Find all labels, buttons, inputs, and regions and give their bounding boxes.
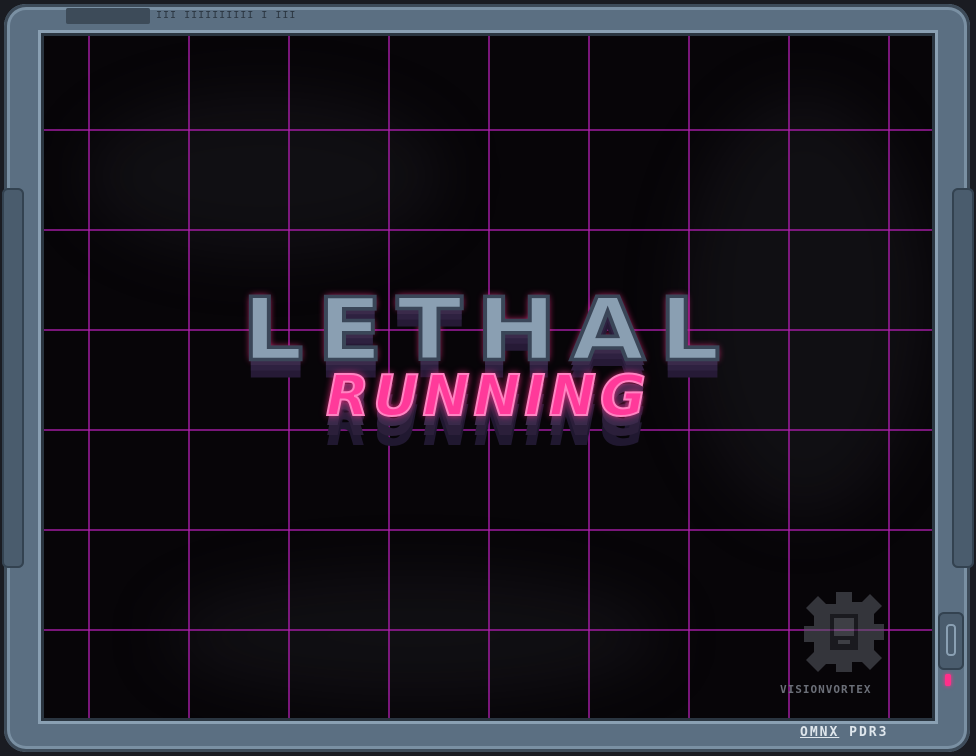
brand-left: OMNX	[800, 725, 840, 740]
left-rail	[2, 188, 24, 568]
side-switch-button[interactable]	[938, 612, 964, 670]
vision-vortex-gear-icon	[804, 592, 884, 672]
watermark-text: VISIONVORTEX	[780, 683, 872, 696]
game-screen[interactable]: LETHAL RUNNING	[44, 36, 932, 718]
status-led-icon	[945, 674, 951, 686]
top-label: III IIIIIIIIII I III	[156, 10, 297, 21]
right-rail	[952, 188, 974, 568]
title-line-2: RUNNING	[325, 363, 650, 430]
switch-slot	[946, 624, 956, 656]
brand-label: OMNX PDR3	[800, 725, 888, 740]
top-vent	[66, 8, 150, 24]
brand-right: PDR3	[849, 725, 889, 740]
device-frame: III IIIIIIIIII I III LETHAL RUNNING VISI…	[0, 0, 976, 756]
